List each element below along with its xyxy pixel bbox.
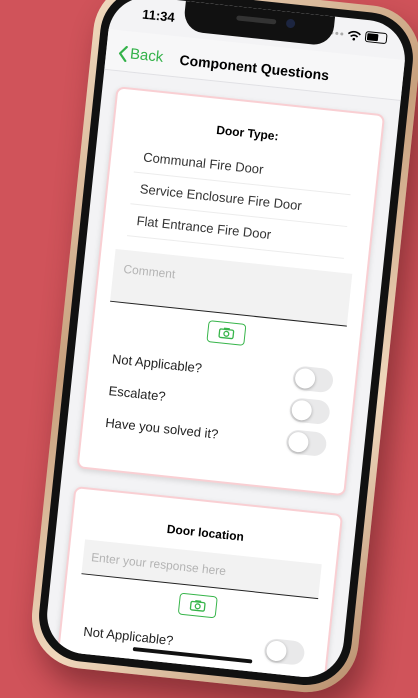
- option-list: Communal Fire Door Service Enclosure Fir…: [127, 140, 354, 259]
- toggle-knob: [294, 367, 317, 390]
- toggle-group: Not Applicable? Escalate? Have you solve…: [82, 340, 357, 463]
- toggle-label: Have you solved it?: [104, 414, 220, 442]
- camera-button[interactable]: [177, 592, 218, 619]
- front-camera: [285, 18, 296, 29]
- question-card-door-type: Door Type: Communal Fire Door Service En…: [76, 86, 386, 497]
- toggle-label: Escalate?: [108, 382, 167, 404]
- toggle-knob: [290, 399, 313, 422]
- phone-frame: 11:34 Back Component Questions Door Type…: [26, 0, 418, 698]
- camera-button[interactable]: [206, 320, 247, 346]
- status-time: 11:34: [141, 6, 176, 25]
- wifi-icon: [347, 30, 361, 41]
- status-icons: [325, 27, 388, 45]
- toggle-row-not-applicable: Not Applicable?: [60, 613, 328, 673]
- response-placeholder: Enter your response here: [90, 550, 227, 579]
- comment-placeholder: Comment: [122, 261, 177, 282]
- speaker: [236, 15, 277, 25]
- phone-screen: 11:34 Back Component Questions Door Type…: [43, 0, 409, 681]
- not-applicable-toggle[interactable]: [263, 637, 306, 666]
- phone-bezel: 11:34 Back Component Questions Door Type…: [34, 0, 418, 690]
- scroll-content[interactable]: Door Type: Communal Fire Door Service En…: [43, 71, 400, 681]
- toggle-group: Not Applicable?: [60, 613, 328, 673]
- camera-icon: [189, 600, 206, 612]
- not-applicable-toggle[interactable]: [291, 365, 335, 394]
- camera-icon: [218, 327, 235, 340]
- toggle-knob: [265, 640, 288, 662]
- solved-toggle[interactable]: [285, 428, 328, 458]
- escalate-toggle[interactable]: [288, 397, 331, 426]
- question-card-door-location: Door location Enter your response here N…: [53, 485, 344, 681]
- toggle-knob: [287, 431, 310, 454]
- toggle-label: Not Applicable?: [111, 350, 203, 376]
- battery-icon: [364, 30, 388, 45]
- comment-field[interactable]: Comment: [110, 248, 353, 327]
- toggle-label: Not Applicable?: [82, 623, 175, 648]
